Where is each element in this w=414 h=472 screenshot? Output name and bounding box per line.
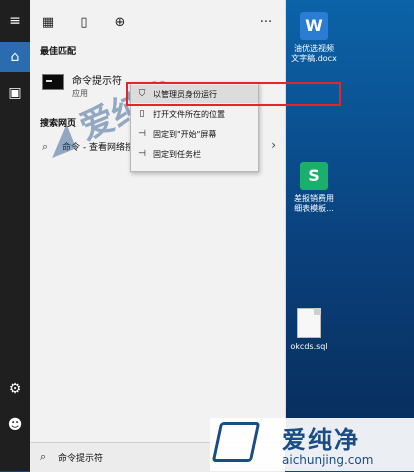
search-icon: ⌕ (40, 450, 47, 463)
result-title: 命令提示符 (72, 76, 122, 87)
menu-item-label: 固定到"开始"屏幕 (153, 129, 217, 139)
menu-item-pin-to-taskbar[interactable]: ⊣ 固定到任务栏 (131, 145, 258, 163)
pin-icon: ⊣ (138, 149, 146, 159)
settings-gear-icon[interactable]: ⚙ (0, 374, 30, 404)
highlight-box (126, 82, 341, 106)
more-icon[interactable]: ··· (254, 10, 278, 34)
desktop-icon-label: 油优选视频 (294, 44, 334, 53)
menu-item-label: 打开文件所在的位置 (153, 109, 225, 119)
file-icon (297, 308, 321, 338)
watermark-brand: 爱纯净 aichunjing.com (210, 418, 414, 471)
sheet-icon: S (300, 162, 328, 190)
pin-icon: ⊣ (138, 129, 146, 139)
grid-icon[interactable]: ▦ (36, 10, 60, 34)
search-query[interactable]: 命令提示符 (58, 451, 103, 464)
notebook-icon[interactable]: ▣ (0, 78, 30, 108)
desktop-icon-label: 细表模板... (294, 204, 334, 213)
globe-icon[interactable]: ⊕ (108, 10, 132, 34)
start-rail: ≡ ⌂ ▣ ⚙ ☻ (0, 0, 30, 471)
desktop-icon-sql[interactable]: okcds.sql (286, 308, 332, 352)
menu-item-open-file-location[interactable]: ▯ 打开文件所在的位置 (131, 105, 258, 123)
folder-icon: ▯ (139, 109, 145, 119)
menu-item-pin-to-start[interactable]: ⊣ 固定到"开始"屏幕 (131, 125, 258, 143)
chevron-right-icon[interactable]: › (271, 138, 276, 152)
brand-logo-icon (211, 422, 261, 462)
best-match-heading: 最佳匹配 (40, 47, 77, 57)
filter-bar: ▦ ▯ ⊕ ··· (30, 10, 285, 34)
brand-url: aichunjing.com (282, 453, 374, 467)
document-icon[interactable]: ▯ (72, 10, 96, 34)
word-icon: W (300, 12, 328, 40)
desktop (285, 0, 414, 471)
hamburger-menu-icon[interactable]: ≡ (0, 6, 30, 36)
desktop-icon-label: 差报销费用 (294, 194, 334, 203)
desktop-icon-label: 文字稿.docx (291, 54, 337, 63)
menu-item-label: 固定到任务栏 (153, 149, 201, 159)
feedback-icon[interactable]: ☻ (0, 410, 30, 440)
command-prompt-icon (42, 74, 64, 90)
desktop-icon-label: okcds.sql (290, 342, 328, 351)
brand-name: 爱纯净 (282, 426, 360, 454)
home-icon[interactable]: ⌂ (0, 42, 30, 72)
search-results-panel: ▦ ▯ ⊕ ··· 最佳匹配 命令提示符 应用 搜索网页 ⌕ 命令 - 查看网络… (30, 0, 286, 442)
desktop-icon-xlsx[interactable]: S 差报销费用 细表模板... (286, 162, 342, 214)
desktop-icon-docx[interactable]: W 油优选视频 文字稿.docx (286, 12, 342, 64)
